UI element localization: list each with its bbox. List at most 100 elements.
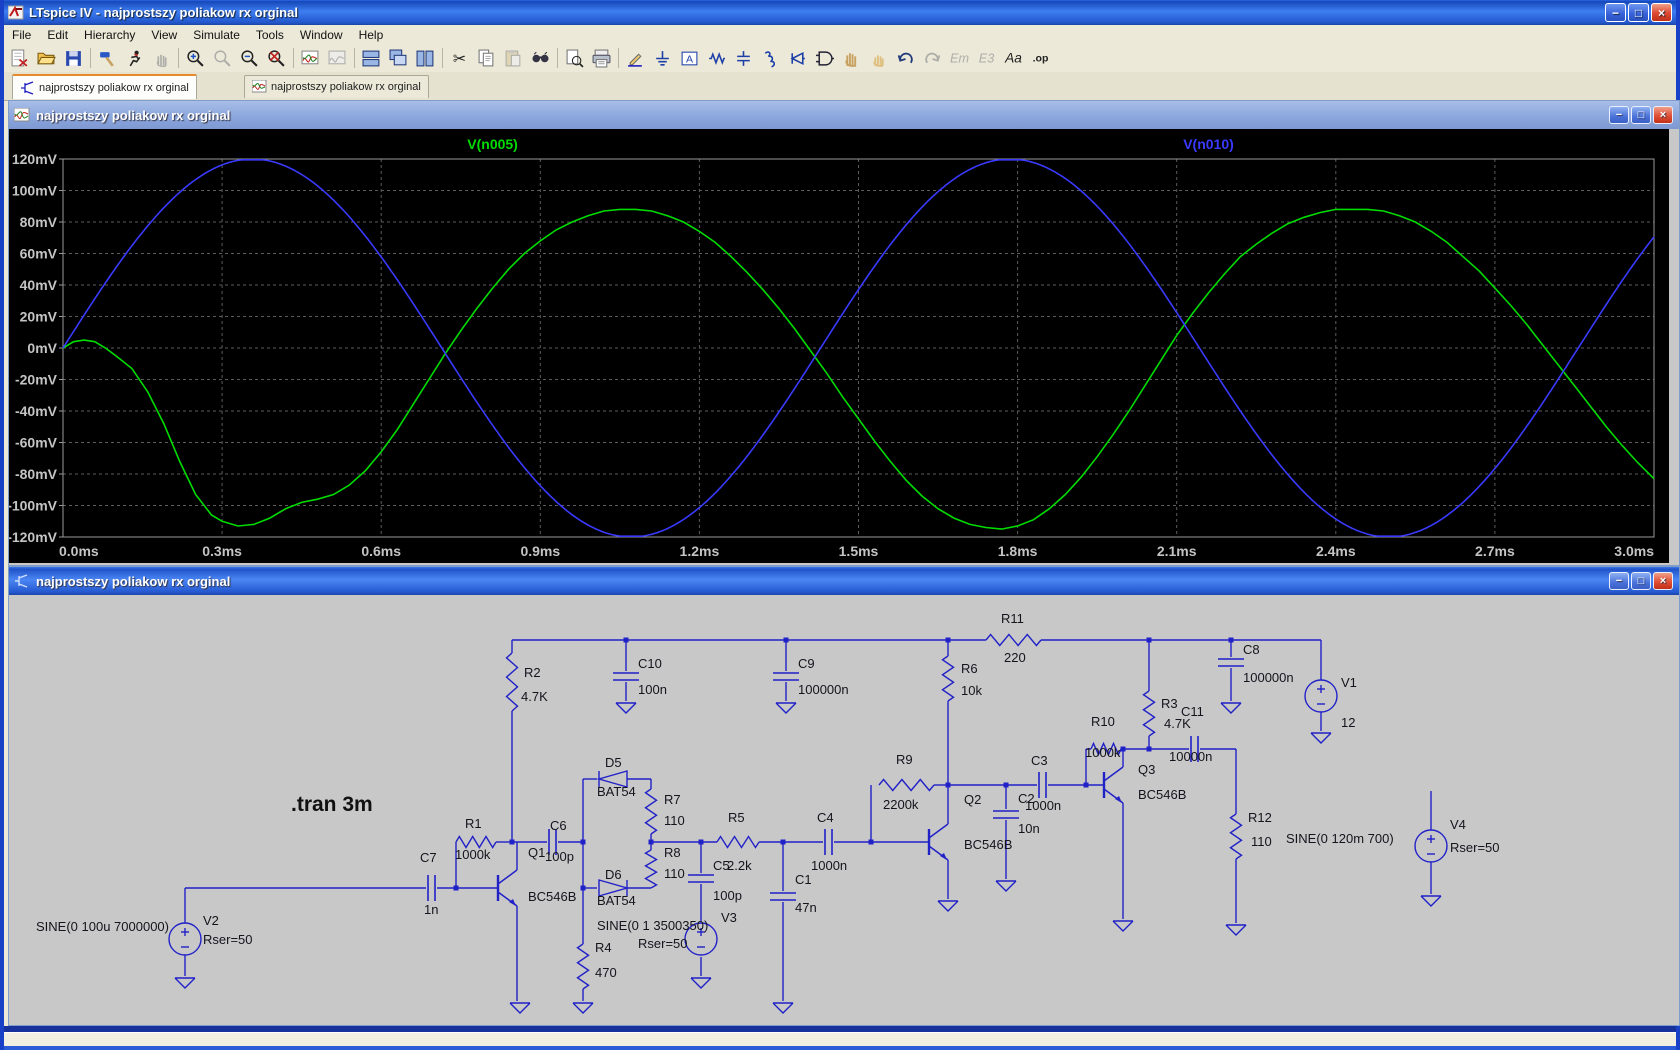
schematic-minimize-button[interactable]: − [1609, 572, 1629, 590]
menu-view[interactable]: View [143, 26, 185, 44]
waveform-close-button[interactable]: × [1653, 106, 1673, 124]
label-R4[interactable]: R4 [595, 940, 612, 955]
label-Q1[interactable]: Q1 [528, 845, 545, 860]
plot-settings-button[interactable] [324, 45, 351, 71]
label-R12[interactable]: R12 [1248, 810, 1272, 825]
tab-schematic[interactable]: najprostszy poliakow rx orginal [12, 74, 197, 99]
tile-vertical-button[interactable] [412, 45, 439, 71]
label-Q3[interactable]: BC546B [1138, 787, 1186, 802]
label-R4[interactable]: 470 [595, 965, 617, 980]
move-button[interactable] [838, 45, 865, 71]
halt-button[interactable] [148, 45, 175, 71]
label-Q1[interactable]: BC546B [528, 889, 576, 904]
label-R2[interactable]: 4.7K [521, 689, 548, 704]
label-C5[interactable]: C5 [713, 858, 730, 873]
waveform-window-title-bar[interactable]: najprostszy poliakow rx orginal − □ × [9, 101, 1679, 129]
label-C10[interactable]: 100n [638, 682, 667, 697]
label-D6[interactable]: BAT54 [597, 893, 636, 908]
label-D5[interactable]: D5 [605, 755, 622, 770]
label-V4[interactable]: V4 [1450, 817, 1466, 832]
menu-file[interactable]: File [4, 26, 39, 44]
label-R5[interactable]: 2.2k [727, 858, 752, 873]
label-C3[interactable]: C3 [1031, 753, 1048, 768]
label-R6[interactable]: R6 [961, 661, 978, 676]
label-R9[interactable]: 2200k [883, 797, 919, 812]
label-C1[interactable]: 47n [795, 900, 817, 915]
label-C3[interactable]: 1000n [1025, 798, 1061, 813]
tab-waveform[interactable]: najprostszy poliakow rx orginal [244, 75, 429, 98]
spice-directive-text[interactable]: .tran 3m [291, 793, 373, 816]
cut-button[interactable]: ✂ [446, 45, 473, 71]
find-button[interactable] [527, 45, 554, 71]
draw-wire-button[interactable] [622, 45, 649, 71]
label-Q2[interactable]: BC546B [964, 837, 1012, 852]
close-button[interactable]: × [1651, 3, 1672, 22]
label-C5[interactable]: 100p [713, 888, 742, 903]
print-button[interactable] [588, 45, 615, 71]
label-R12[interactable]: 110 [1251, 834, 1272, 849]
label-C9[interactable]: C9 [798, 656, 815, 671]
rotate-button[interactable]: E3 [973, 45, 1000, 71]
label-V1[interactable]: V1 [1341, 675, 1357, 690]
redo-button[interactable] [919, 45, 946, 71]
trace-label-V(n005)[interactable]: V(n005) [467, 136, 518, 152]
waveform-minimize-button[interactable]: − [1609, 106, 1629, 124]
label-C6[interactable]: C6 [550, 818, 567, 833]
label-V3[interactable]: SINE(0 1 3500350) [597, 918, 708, 933]
label-V4[interactable]: Rser=50 [1450, 840, 1500, 855]
place-resistor-button[interactable] [703, 45, 730, 71]
label-C9[interactable]: 100000n [798, 682, 849, 697]
label-V2[interactable]: SINE(0 100u 7000000) [36, 919, 169, 934]
schematic-close-button[interactable]: × [1653, 572, 1673, 590]
menu-help[interactable]: Help [351, 26, 392, 44]
autorange-y-axis-button[interactable] [297, 45, 324, 71]
label-R9[interactable]: R9 [896, 752, 913, 767]
maximize-button[interactable]: □ [1628, 3, 1649, 22]
schematic-window-title-bar[interactable]: najprostszy poliakow rx orginal − □ × [9, 567, 1679, 595]
label-R10[interactable]: 1000k [1085, 745, 1121, 760]
place-inductor-button[interactable] [757, 45, 784, 71]
drag-button[interactable] [865, 45, 892, 71]
place-diode-button[interactable] [784, 45, 811, 71]
label-C11[interactable]: C11 [1181, 704, 1204, 719]
place-component-button[interactable] [811, 45, 838, 71]
save-button[interactable] [60, 45, 87, 71]
label-C10[interactable]: C10 [638, 656, 662, 671]
label-R1[interactable]: 1000k [455, 847, 491, 862]
new-schematic-button[interactable] [6, 45, 33, 71]
spice-directive-button[interactable]: .op [1027, 45, 1054, 71]
label-R8[interactable]: R8 [664, 845, 681, 860]
label-C11[interactable]: 10000n [1169, 749, 1212, 764]
label-V3[interactable]: Rser=50 [638, 936, 688, 951]
schematic-maximize-button[interactable]: □ [1631, 572, 1651, 590]
label-D5[interactable]: BAT54 [597, 784, 636, 799]
place-text-button[interactable]: Aa [1000, 45, 1027, 71]
zoom-in-button[interactable] [182, 45, 209, 71]
label-C8[interactable]: 100000n [1243, 670, 1294, 685]
place-ground-button[interactable] [649, 45, 676, 71]
label-R8[interactable]: 110 [664, 866, 685, 881]
label-R1[interactable]: R1 [465, 816, 482, 831]
copy-button[interactable] [473, 45, 500, 71]
label-R11[interactable]: R11 [1001, 611, 1024, 626]
label-C2[interactable]: 10n [1018, 821, 1040, 836]
menu-simulate[interactable]: Simulate [185, 26, 248, 44]
tile-horizontal-button[interactable] [358, 45, 385, 71]
label-C7[interactable]: C7 [420, 850, 437, 865]
label-R10[interactable]: R10 [1091, 714, 1115, 729]
place-capacitor-button[interactable] [730, 45, 757, 71]
mirror-button[interactable]: Em [946, 45, 973, 71]
label-V2[interactable]: V2 [203, 913, 219, 928]
label-C8[interactable]: C8 [1243, 642, 1260, 657]
label-V1[interactable]: 12 [1341, 715, 1355, 730]
label-Q3[interactable]: Q3 [1138, 762, 1155, 777]
label-C4[interactable]: C4 [817, 810, 834, 825]
main-title-bar[interactable]: LTspice IV - najprostszy poliakow rx org… [4, 0, 1676, 25]
cascade-windows-button[interactable] [385, 45, 412, 71]
label-C7[interactable]: 1n [424, 902, 438, 917]
label-R7[interactable]: R7 [664, 792, 681, 807]
label-C1[interactable]: C1 [795, 872, 812, 887]
control-panel-button[interactable] [94, 45, 121, 71]
menu-edit[interactable]: Edit [39, 26, 76, 44]
waveform-plot[interactable]: 120mV100mV80mV60mV40mV20mV0mV-20mV-40mV-… [9, 129, 1669, 563]
